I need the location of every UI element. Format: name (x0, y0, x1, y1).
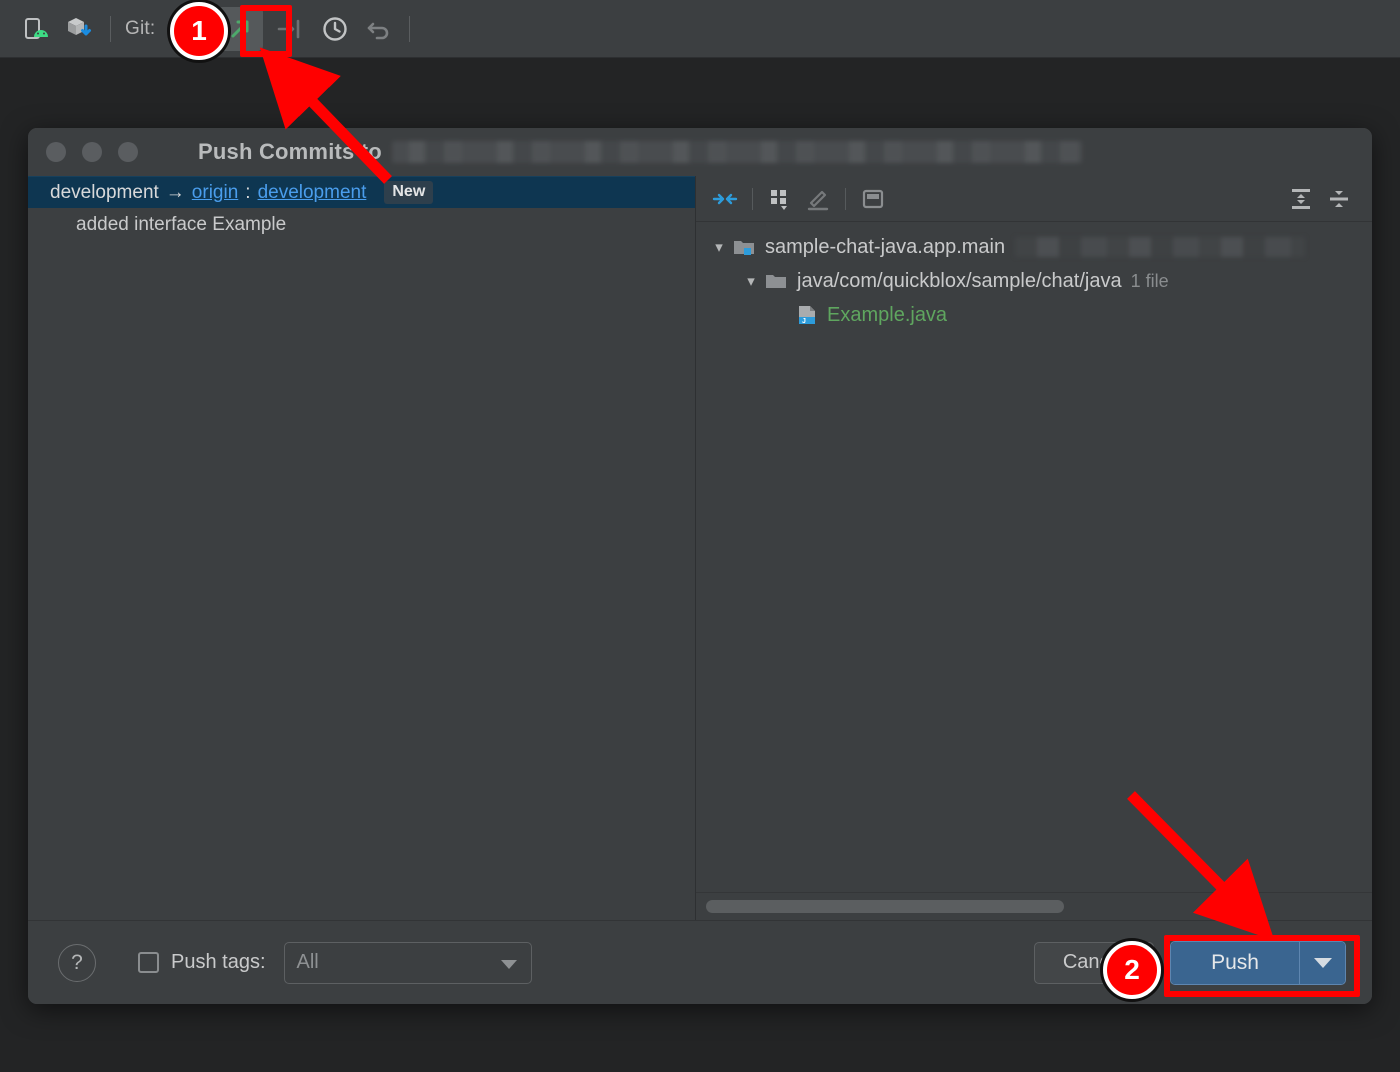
push-button-group: Push (1170, 940, 1346, 985)
toolbar-divider-2 (409, 15, 411, 42)
changed-files-tree: ▾ sample-chat-java.app.main ▾ java/com/q… (696, 222, 1372, 892)
window-controls[interactable] (46, 142, 138, 162)
dialog-titlebar: Push Commits to (28, 128, 1372, 176)
collapse-all-icon[interactable] (1320, 182, 1358, 216)
push-commits-dialog: Push Commits to development → origin : d… (28, 128, 1372, 1004)
minimize-button[interactable] (82, 142, 102, 162)
svg-text:J: J (802, 318, 806, 325)
tree-row[interactable]: ▾ sample-chat-java.app.main (696, 230, 1372, 264)
chevron-down-icon[interactable]: ▾ (738, 272, 764, 290)
scrollbar-thumb[interactable] (706, 900, 1064, 913)
tree-row[interactable]: ▾ java/com/quickblox/sample/chat/java 1 … (696, 264, 1372, 298)
help-button[interactable]: ? (58, 943, 96, 982)
chevron-down-icon[interactable]: ▾ (706, 238, 732, 256)
push-tags-label: Push tags: (171, 951, 266, 973)
horizontal-scrollbar[interactable] (696, 892, 1372, 920)
step-2-marker: 2 (1103, 941, 1161, 999)
tree-row[interactable]: J Example.java (696, 298, 1372, 332)
git-history-icon[interactable] (313, 9, 357, 49)
commits-panel: development → origin : development New a… (28, 176, 696, 920)
step-1-marker: 1 (170, 2, 228, 60)
remote-link[interactable]: origin (192, 182, 238, 204)
files-toolbar-divider-1 (752, 187, 753, 210)
files-toolbar (696, 176, 1372, 222)
edit-source-icon[interactable] (799, 182, 837, 216)
push-tags-checkbox[interactable] (138, 952, 159, 973)
arrow-icon: → (165, 181, 185, 203)
git-label: Git: (125, 17, 156, 39)
file-count: 1 file (1130, 270, 1169, 291)
push-dropdown-button[interactable] (1299, 941, 1345, 984)
toolbar-divider (110, 15, 111, 42)
expand-all-icon[interactable] (1282, 182, 1320, 216)
dialog-title-text: Push Commits to (198, 139, 382, 164)
screenshot-root: Git: Push Commits to development → origi… (0, 0, 1400, 1072)
gradle-sync-icon[interactable] (58, 9, 102, 49)
group-by-icon[interactable] (761, 182, 799, 216)
files-toolbar-divider-2 (845, 187, 846, 210)
branch-separator: : (245, 181, 251, 203)
module-folder-icon (732, 237, 756, 257)
push-button[interactable]: Push (1171, 941, 1299, 984)
zoom-button[interactable] (118, 142, 138, 162)
dialog-body: development → origin : development New a… (28, 176, 1372, 920)
git-rollback-icon[interactable] (357, 9, 401, 49)
chevron-down-icon[interactable] (500, 959, 517, 969)
close-button[interactable] (46, 142, 66, 162)
remote-branch-link[interactable]: development (258, 182, 367, 204)
changed-files-panel: ▾ sample-chat-java.app.main ▾ java/com/q… (696, 176, 1372, 920)
local-branch-label: development (50, 181, 159, 203)
preview-diff-icon[interactable] (854, 182, 892, 216)
branch-row[interactable]: development → origin : development New (28, 176, 695, 208)
module-path-redacted (1015, 237, 1306, 257)
git-update-project-icon[interactable] (269, 9, 313, 49)
chevron-down-icon (1313, 957, 1332, 968)
folder-icon (764, 271, 788, 291)
dialog-footer: ? Push tags: All Cancel Push (28, 920, 1372, 1004)
push-tags-select[interactable]: All (283, 941, 532, 984)
status-badge: New (384, 181, 434, 204)
commit-list-item[interactable]: added interface Example (28, 208, 695, 242)
module-name: sample-chat-java.app.main (765, 235, 1006, 258)
dialog-title-redacted-path (391, 141, 1082, 163)
android-device-manager-icon[interactable] (14, 9, 58, 49)
dialog-title: Push Commits to (28, 128, 1372, 176)
collapse-diff-icon[interactable] (706, 182, 744, 216)
file-name[interactable]: Example.java (827, 304, 947, 327)
java-file-icon: J (796, 304, 818, 326)
push-tags-value: All (296, 951, 319, 973)
directory-path: java/com/quickblox/sample/chat/java (797, 269, 1122, 292)
